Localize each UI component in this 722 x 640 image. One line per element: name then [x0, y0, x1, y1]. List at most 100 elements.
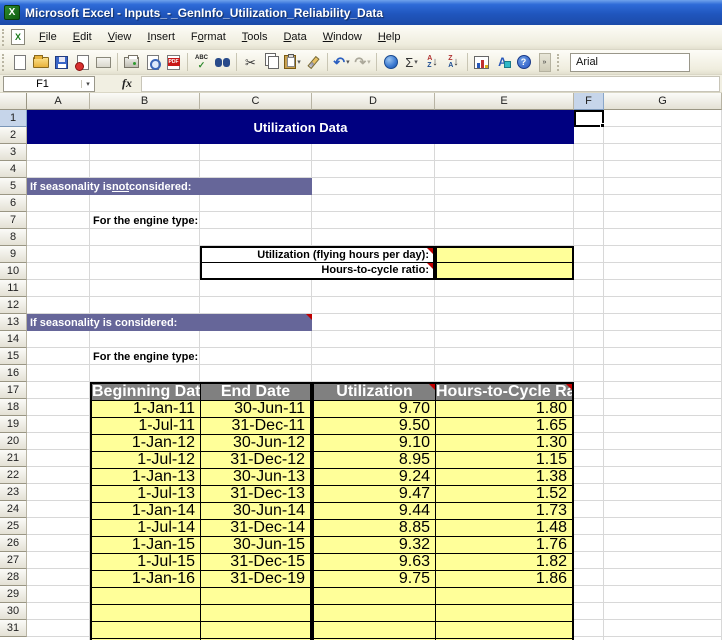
- insert-function-button[interactable]: fx: [113, 76, 141, 91]
- sort-ascending-icon[interactable]: AZ↓: [422, 52, 443, 73]
- research-icon[interactable]: [212, 52, 233, 73]
- table-header-cell[interactable]: Utilization: [314, 384, 435, 400]
- table-cell[interactable]: 9.70: [314, 401, 435, 417]
- formula-input[interactable]: [141, 76, 720, 92]
- table-cell[interactable]: 31-Dec-11: [200, 418, 310, 434]
- paste-icon[interactable]: ▾: [282, 52, 303, 73]
- row-header-22[interactable]: 22: [0, 467, 27, 484]
- table-cell[interactable]: 31-Dec-14: [200, 520, 310, 536]
- table-cell[interactable]: 1-Jan-12: [92, 435, 200, 451]
- column-header-E[interactable]: E: [435, 93, 574, 110]
- table-cell[interactable]: 1.15: [435, 452, 572, 468]
- table-cell[interactable]: 1-Jan-15: [92, 537, 200, 553]
- hyperlink-icon[interactable]: [380, 52, 401, 73]
- menu-edit[interactable]: Edit: [65, 28, 100, 47]
- menu-window[interactable]: Window: [315, 28, 370, 47]
- table-cell[interactable]: 1.48: [435, 520, 572, 536]
- engine-type-label-2[interactable]: For the engine type:: [93, 348, 313, 365]
- table-cell[interactable]: 9.63: [314, 554, 435, 570]
- row-header-27[interactable]: 27: [0, 552, 27, 569]
- redo-icon-dropdown[interactable]: ▾: [367, 58, 371, 66]
- table-cell[interactable]: 1-Jul-13: [92, 486, 200, 502]
- table-cell[interactable]: 1.86: [435, 571, 572, 587]
- table-cell[interactable]: 1.76: [435, 537, 572, 553]
- email-icon[interactable]: [93, 52, 114, 73]
- print-preview-icon[interactable]: [142, 52, 163, 73]
- table-cell[interactable]: 1-Jan-16: [92, 571, 200, 587]
- row-header-21[interactable]: 21: [0, 450, 27, 467]
- column-header-G[interactable]: G: [604, 93, 722, 110]
- table-cell[interactable]: 1.52: [435, 486, 572, 502]
- ratio-input-cell[interactable]: [437, 263, 572, 278]
- row-header-24[interactable]: 24: [0, 501, 27, 518]
- fill-handle[interactable]: [600, 123, 604, 127]
- font-name-combobox[interactable]: Arial: [570, 53, 690, 72]
- cut-icon[interactable]: ✂: [240, 52, 261, 73]
- table-header-cell[interactable]: Beginning Date: [92, 384, 200, 400]
- row-header-5[interactable]: 5: [0, 178, 27, 195]
- spelling-icon[interactable]: ABC: [191, 52, 212, 73]
- table-cell[interactable]: 9.24: [314, 469, 435, 485]
- table-cell[interactable]: [314, 622, 435, 638]
- autosum-icon-dropdown[interactable]: ▾: [414, 58, 418, 66]
- save-icon[interactable]: [51, 52, 72, 73]
- help-icon[interactable]: ?: [513, 52, 534, 73]
- copy-icon[interactable]: [261, 52, 282, 73]
- table-cell[interactable]: 8.85: [314, 520, 435, 536]
- menu-format[interactable]: Format: [183, 28, 234, 47]
- table-cell[interactable]: 30-Jun-11: [200, 401, 310, 417]
- utilization-input-cell[interactable]: [437, 248, 572, 263]
- table-cell[interactable]: [92, 622, 200, 638]
- table-cell[interactable]: 1-Jul-14: [92, 520, 200, 536]
- table-cell[interactable]: 9.10: [314, 435, 435, 451]
- table-cell[interactable]: [435, 588, 572, 604]
- menu-view[interactable]: View: [100, 28, 140, 47]
- row-header-9[interactable]: 9: [0, 246, 27, 263]
- table-cell[interactable]: 31-Dec-19: [200, 571, 310, 587]
- selected-cell-F1[interactable]: [574, 110, 604, 127]
- sort-descending-icon[interactable]: ZA↓: [443, 52, 464, 73]
- row-header-28[interactable]: 28: [0, 569, 27, 586]
- format-painter-icon[interactable]: [303, 52, 324, 73]
- table-cell[interactable]: [200, 622, 310, 638]
- table-cell[interactable]: 1-Jul-15: [92, 554, 200, 570]
- table-cell[interactable]: [435, 622, 572, 638]
- ratio-label-cell[interactable]: Hours-to-cycle ratio:: [202, 263, 433, 278]
- table-cell[interactable]: 1.80: [435, 401, 572, 417]
- row-header-20[interactable]: 20: [0, 433, 27, 450]
- table-cell[interactable]: 31-Dec-15: [200, 554, 310, 570]
- menu-help[interactable]: Help: [370, 28, 409, 47]
- seasonality-header-cell[interactable]: If seasonality is considered:: [27, 314, 312, 331]
- print-icon[interactable]: [121, 52, 142, 73]
- row-header-8[interactable]: 8: [0, 229, 27, 246]
- row-header-4[interactable]: 4: [0, 161, 27, 178]
- menubar-grip[interactable]: [2, 29, 7, 46]
- toolbar-grip[interactable]: [2, 54, 7, 71]
- row-header-19[interactable]: 19: [0, 416, 27, 433]
- table-cell[interactable]: 30-Jun-13: [200, 469, 310, 485]
- redo-icon[interactable]: ↷▾: [352, 52, 373, 73]
- row-header-10[interactable]: 10: [0, 263, 27, 280]
- toolbar-options-icon[interactable]: »: [534, 52, 555, 73]
- row-header-1[interactable]: 1: [0, 110, 27, 127]
- row-header-3[interactable]: 3: [0, 144, 27, 161]
- column-header-B[interactable]: B: [90, 93, 200, 110]
- table-cell[interactable]: 8.95: [314, 452, 435, 468]
- name-box-dropdown-icon[interactable]: ▾: [81, 80, 94, 88]
- undo-icon[interactable]: ↶▾: [331, 52, 352, 73]
- menu-insert[interactable]: Insert: [139, 28, 183, 47]
- table-cell[interactable]: 1-Jan-11: [92, 401, 200, 417]
- table-cell[interactable]: [200, 605, 310, 621]
- name-box[interactable]: F1 ▾: [3, 76, 95, 92]
- table-cell[interactable]: [200, 588, 310, 604]
- table-cell[interactable]: 31-Dec-13: [200, 486, 310, 502]
- menu-tools[interactable]: Tools: [234, 28, 276, 47]
- table-cell[interactable]: 9.50: [314, 418, 435, 434]
- no-seasonality-header-cell[interactable]: If seasonality is not considered:: [27, 178, 312, 195]
- column-header-F[interactable]: F: [574, 93, 604, 110]
- table-cell[interactable]: [314, 588, 435, 604]
- menu-data[interactable]: Data: [275, 28, 314, 47]
- row-header-16[interactable]: 16: [0, 365, 27, 382]
- table-cell[interactable]: 9.32: [314, 537, 435, 553]
- row-header-18[interactable]: 18: [0, 399, 27, 416]
